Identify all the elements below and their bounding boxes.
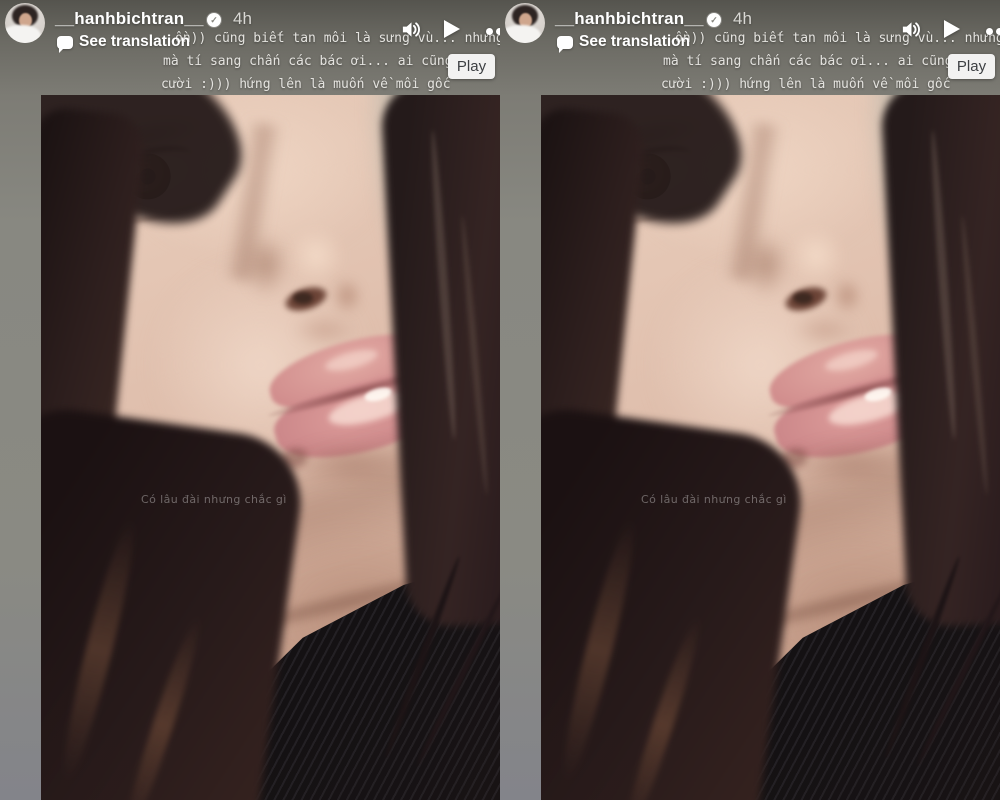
play-button[interactable]: Play [448,54,495,79]
play-button[interactable]: Play [948,54,995,79]
photo-vignette [41,95,500,800]
see-translation-label: See translation [79,33,190,51]
username[interactable]: __hanhbichtran__ [555,9,704,29]
play-icon[interactable] [439,16,463,42]
story-media-photo[interactable]: Có lâu đài nhưng chắc gì [541,95,1000,800]
photo-watermark: Có lâu đài nhưng chắc gì [141,493,421,506]
caption-line: mà tí sang chấn các bác ơi... ai cũng [663,54,953,69]
see-translation-button[interactable]: See translation [57,33,190,51]
photo-vignette [541,95,1000,800]
more-dot [996,28,1000,35]
story-timestamp: 4h [733,9,752,29]
caption-line: cười :))) hứng lên là muốn về môi gốc [161,77,451,92]
story-panel: Có lâu đài nhưng chắc gì ồn)) cũng biết … [0,0,500,800]
stage: Có lâu đài nhưng chắc gì ồn)) cũng biết … [0,0,1000,800]
photo-watermark: Có lâu đài nhưng chắc gì [641,493,921,506]
story-media-photo[interactable]: Có lâu đài nhưng chắc gì [41,95,500,800]
more-options-icon[interactable] [486,28,500,35]
see-translation-label: See translation [579,33,690,51]
more-options-icon[interactable] [986,28,1000,35]
story-timestamp: 4h [233,9,252,29]
avatar-shirt [505,25,541,43]
avatar[interactable] [505,3,545,43]
verified-badge-icon: ✓ [207,13,221,27]
more-dot [486,28,493,35]
username[interactable]: __hanhbichtran__ [55,9,204,29]
caption-line: mà tí sang chấn các bác ơi... ai cũng [163,54,453,69]
story-panel-right: Có lâu đài nhưng chắc gì ồn)) cũng biết … [500,0,1000,800]
avatar-shirt [5,25,41,43]
translation-bubble-icon [557,36,573,49]
verified-badge-icon: ✓ [707,13,721,27]
volume-icon[interactable] [900,18,923,41]
see-translation-button[interactable]: See translation [557,33,690,51]
avatar[interactable] [5,3,45,43]
translation-bubble-icon [57,36,73,49]
more-dot [986,28,993,35]
play-icon[interactable] [939,16,963,42]
volume-icon[interactable] [400,18,423,41]
caption-line: cười :))) hứng lên là muốn về môi gốc [661,77,951,92]
